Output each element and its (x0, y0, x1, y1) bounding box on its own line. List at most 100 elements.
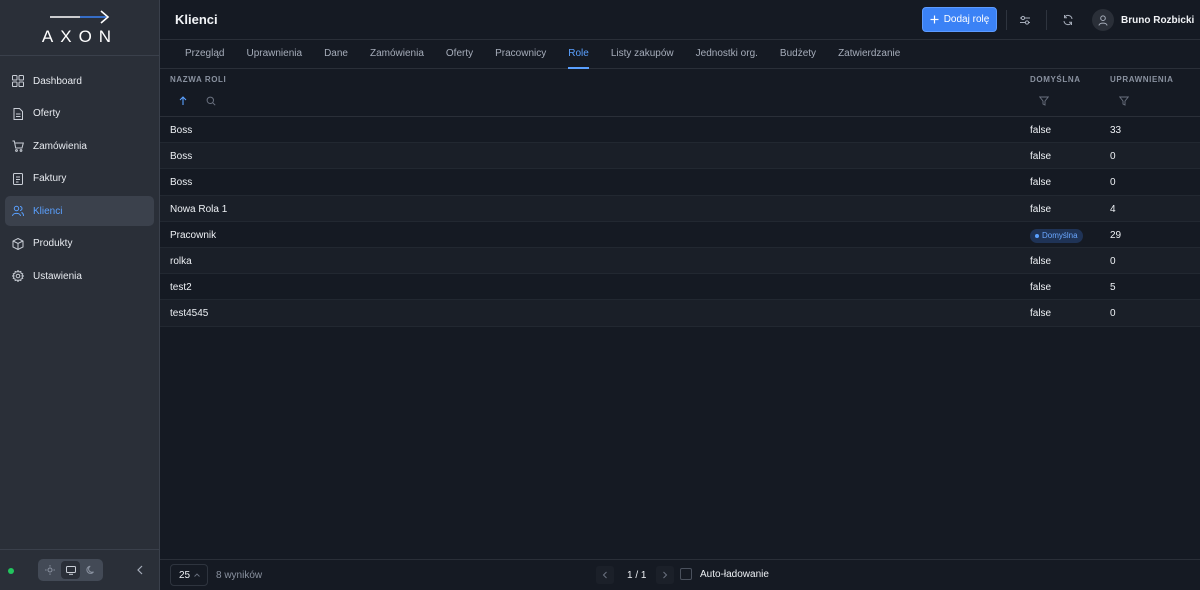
status-dot (8, 568, 14, 574)
theme-light-button[interactable] (40, 561, 60, 579)
grid-icon (12, 75, 24, 87)
column-header-default[interactable]: DOMYŚLNA (1030, 75, 1081, 84)
search-icon (206, 96, 216, 106)
default-badge: Domyślna (1030, 228, 1083, 243)
logo-text: AXON (41, 27, 117, 46)
axon-logo-mark: AXON (41, 9, 117, 46)
avatar (1092, 9, 1114, 31)
collapse-sidebar-button[interactable] (132, 562, 148, 578)
sidebar-footer (0, 549, 159, 590)
page-title: Klienci (175, 12, 218, 27)
autoload-checkbox[interactable] (680, 568, 692, 580)
table-row[interactable]: Boss false 0 (160, 169, 1200, 196)
permissions-cell: 29 (1110, 229, 1122, 241)
toolbar-divider (1046, 10, 1047, 30)
permissions-cell: 5 (1110, 282, 1116, 294)
results-count: 8 wyników (216, 570, 263, 581)
default-cell: false (1030, 151, 1052, 163)
sidebar-item-label: Oferty (33, 108, 61, 119)
tab-budzety[interactable]: Budżety (769, 40, 827, 69)
chevron-left-icon (602, 571, 607, 579)
tab-oferty[interactable]: Oferty (435, 40, 484, 69)
chevron-up-icon (194, 573, 200, 577)
refresh-icon (1063, 14, 1073, 26)
column-header-name[interactable]: NAZWA ROLI (170, 75, 226, 84)
tab-uprawnienia[interactable]: Uprawnienia (235, 40, 313, 69)
permissions-cell: 0 (1110, 308, 1116, 320)
autoload-label: Auto-ładowanie (700, 568, 769, 580)
table-row[interactable]: Boss false 33 (160, 117, 1200, 144)
table-row[interactable]: test2 false 5 (160, 274, 1200, 301)
table-footer: 25 8 wyników 1 / 1 Auto-ładowanie (160, 559, 1200, 590)
cart-icon (12, 140, 24, 152)
tab-przeglad[interactable]: Przegląd (174, 40, 235, 69)
chevron-left-icon (137, 565, 143, 575)
refresh-button[interactable] (1060, 12, 1076, 28)
sidebar-item-produkty[interactable]: Produkty (5, 229, 154, 259)
sidebar-item-label: Zamówienia (33, 140, 87, 152)
table-row[interactable]: rolka false 0 (160, 247, 1200, 275)
tab-zatwierdzanie[interactable]: Zatwierdzanie (827, 40, 911, 69)
column-header-permissions[interactable]: UPRAWNIENIA (1110, 75, 1174, 84)
sidebar: AXON Dashboard Oferty Zamówienia Faktury Kli… (0, 0, 160, 590)
table-header: NAZWA ROLI DOMYŚLNA UPRAWNIENIA (160, 69, 1200, 117)
tab-bar: Przegląd Uprawnienia Dane Zamówienia Oferty P… (160, 40, 1200, 69)
role-name-cell: Nowa Rola 1 (170, 203, 228, 215)
sort-ascending-button[interactable] (177, 95, 189, 107)
sidebar-item-label: Faktury (33, 173, 67, 184)
sidebar-item-klienci[interactable]: Klienci (5, 196, 154, 226)
sidebar-item-dashboard[interactable]: Dashboard (5, 66, 154, 96)
page-size-select[interactable]: 25 (170, 564, 208, 586)
tab-jednostki-org[interactable]: Jednostki org. (685, 40, 769, 69)
theme-switch (38, 559, 103, 581)
axon-logo[interactable]: AXON (0, 0, 159, 56)
theme-system-button[interactable] (60, 561, 81, 579)
table-row[interactable]: test4545 false 0 (160, 300, 1200, 327)
sun-icon (44, 565, 55, 575)
table-row[interactable]: Pracownik Domyślna 29 (160, 222, 1200, 248)
default-filter-button[interactable] (1038, 95, 1050, 107)
tab-dane[interactable]: Dane (313, 40, 359, 69)
tab-role[interactable]: Role (557, 40, 600, 69)
role-name-cell: test4545 (170, 308, 209, 320)
role-name-cell: Boss (170, 177, 193, 189)
user-icon (1098, 14, 1108, 26)
table-body: Boss false 33 Boss false 0 Boss false 0 Nowa Rola… (160, 117, 1200, 327)
moon-icon (86, 565, 95, 574)
box-icon (12, 237, 24, 250)
permissions-cell: 0 (1110, 151, 1116, 163)
tab-zamowienia[interactable]: Zamówienia (359, 40, 435, 69)
autoload-toggle[interactable]: Auto-ładowanie (680, 568, 769, 580)
roles-table: NAZWA ROLI DOMYŚLNA UPRAWNIENIA Boss fal… (160, 69, 1200, 327)
table-row[interactable]: Boss false 0 (160, 143, 1200, 170)
filter-settings-button[interactable] (1017, 12, 1033, 28)
sidebar-item-ustawienia[interactable]: Ustawienia (5, 261, 154, 291)
tab-listy-zakupow[interactable]: Listy zakupów (600, 40, 685, 69)
monitor-icon (65, 566, 76, 575)
theme-dark-button[interactable] (81, 561, 101, 579)
tab-pracownicy[interactable]: Pracownicy (484, 40, 557, 69)
users-icon (12, 205, 24, 217)
permissions-cell: 0 (1110, 177, 1116, 189)
topbar: Klienci Dodaj rolę Bruno Rozbicki (160, 0, 1200, 40)
default-cell: false (1030, 125, 1052, 136)
column-search-button[interactable] (205, 95, 217, 107)
sidebar-item-oferty[interactable]: Oferty (5, 99, 154, 129)
add-role-label: Dodaj rolę (943, 14, 990, 25)
add-role-button[interactable]: Dodaj rolę (922, 7, 997, 32)
user-menu[interactable]: Bruno Rozbicki (1092, 8, 1194, 32)
role-name-cell: Pracownik (170, 229, 217, 241)
sidebar-item-zamowienia[interactable]: Zamówienia (5, 131, 154, 161)
table-row[interactable]: Nowa Rola 1 false 4 (160, 195, 1200, 222)
filter-icon (1119, 96, 1129, 106)
next-page-button[interactable] (656, 566, 674, 584)
prev-page-button[interactable] (596, 566, 614, 584)
default-cell: false (1030, 203, 1052, 215)
sidebar-item-label: Dashboard (33, 75, 82, 87)
permissions-cell: 33 (1110, 125, 1122, 136)
sidebar-item-faktury[interactable]: Faktury (5, 164, 154, 194)
default-cell: false (1030, 255, 1052, 267)
default-cell: false (1030, 308, 1052, 320)
permissions-filter-button[interactable] (1118, 95, 1130, 107)
default-cell: false (1030, 282, 1052, 294)
